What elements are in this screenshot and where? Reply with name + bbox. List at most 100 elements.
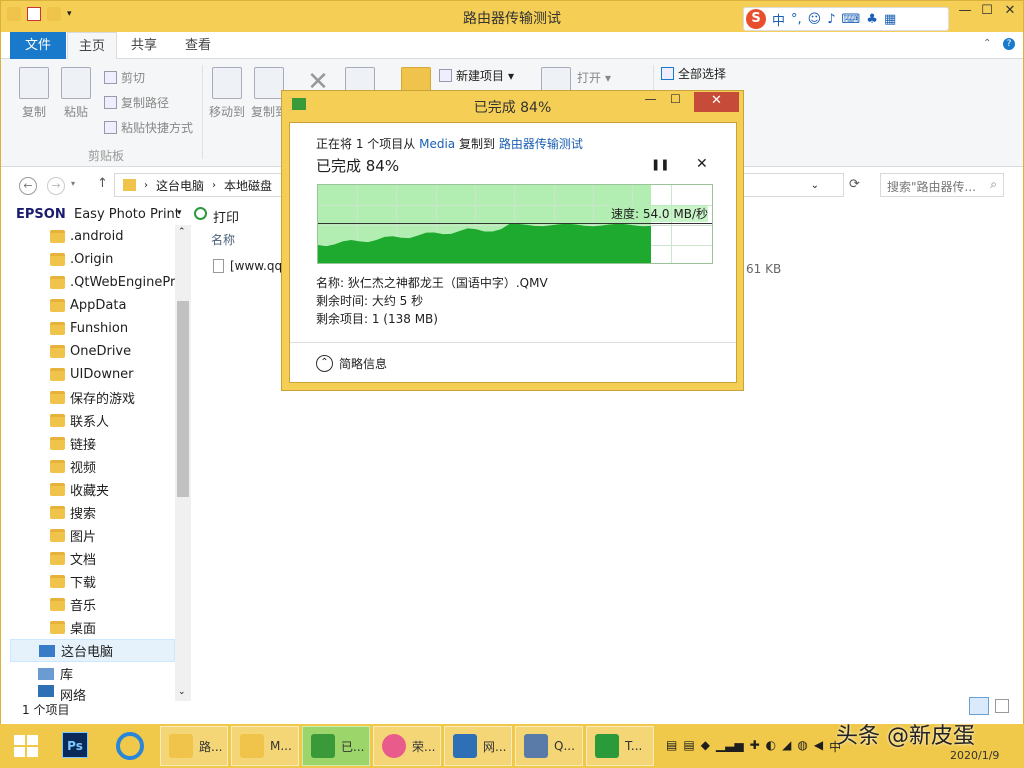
sidebar-item[interactable]: 收藏夹 xyxy=(50,478,109,501)
forward-button[interactable]: → xyxy=(47,177,65,195)
mic-icon[interactable]: ♪ xyxy=(827,12,835,27)
sidebar-item[interactable]: 下载 xyxy=(50,570,96,593)
maximize-button[interactable]: ☐ xyxy=(976,1,998,23)
taskbar-item-q[interactable]: Q... xyxy=(515,726,583,766)
chevron-down-icon[interactable]: ⌄ xyxy=(811,180,819,191)
print-button[interactable]: 打印 xyxy=(213,207,239,226)
toolbox-icon[interactable]: ▦ xyxy=(884,12,896,27)
details-view-icon[interactable] xyxy=(969,697,989,715)
tray-app-icon[interactable]: ◍ xyxy=(797,738,807,755)
dialog-minimize-button[interactable]: — xyxy=(638,92,663,112)
refresh-icon[interactable]: ⟳ xyxy=(849,177,860,192)
easy-photo-print-menu[interactable]: Easy Photo Print xyxy=(74,207,180,222)
recent-dropdown-icon[interactable]: ▾ xyxy=(71,179,75,188)
chevron-down-icon[interactable]: ▾ xyxy=(177,208,182,218)
move-to-icon xyxy=(212,67,242,99)
close-button[interactable]: ✕ xyxy=(998,1,1022,23)
sidebar-item[interactable]: OneDrive xyxy=(50,340,131,363)
move-to-button[interactable]: 移动到 xyxy=(209,67,245,120)
taskbar-item-copy[interactable]: 已... xyxy=(302,726,370,766)
taskbar-item-media[interactable]: M... xyxy=(231,726,299,766)
copy-path-button[interactable]: 复制路径 xyxy=(104,94,169,111)
column-header-name[interactable]: 名称 xyxy=(211,231,235,248)
sidebar-item[interactable]: 联系人 xyxy=(50,409,109,432)
security-icon[interactable]: ✚ xyxy=(750,738,760,755)
scroll-down-icon[interactable]: ⌄ xyxy=(178,687,186,697)
folder-icon xyxy=(240,734,264,758)
keyboard-icon[interactable]: ⌨ xyxy=(842,12,861,27)
scroll-up-icon[interactable]: ⌃ xyxy=(178,227,186,237)
new-item-button[interactable]: 新建项目 ▾ xyxy=(439,67,514,84)
cut-button[interactable]: 剪切 xyxy=(104,69,145,86)
file-row[interactable]: [www.qq xyxy=(213,259,282,273)
search-input[interactable]: 搜索"路由器传... ⌕ xyxy=(880,173,1004,197)
tray-app-icon[interactable]: ◆ xyxy=(701,738,710,755)
skin-icon[interactable]: ♣ xyxy=(866,12,878,27)
scrollbar-thumb[interactable] xyxy=(177,301,189,497)
paste-shortcut-button[interactable]: 粘贴快捷方式 xyxy=(104,119,193,136)
start-button[interactable] xyxy=(14,735,38,757)
sidebar-item[interactable]: 音乐 xyxy=(50,593,96,616)
clock-date[interactable]: 2020/1/9 xyxy=(950,749,999,762)
volume-icon[interactable]: ◀ xyxy=(814,738,823,755)
favorites-icon xyxy=(50,483,65,496)
sidebar-item[interactable]: 文档 xyxy=(50,547,96,570)
collapse-ribbon-icon[interactable]: ⌃ xyxy=(983,38,991,49)
signal-icon[interactable]: ▁▃▅ xyxy=(716,738,744,755)
sidebar-item[interactable]: 保存的游戏 xyxy=(50,386,135,409)
wifi-icon[interactable]: ◢ xyxy=(782,738,791,755)
tray-app-icon[interactable]: ▤ xyxy=(683,738,694,755)
tab-file[interactable]: 文件 xyxy=(10,32,66,59)
ime-mode-label[interactable]: 中 xyxy=(772,10,785,29)
destination-link[interactable]: 路由器传输测试 xyxy=(499,137,583,151)
emoji-icon[interactable]: ☺ xyxy=(808,12,822,27)
help-icon[interactable]: ? xyxy=(1003,38,1015,50)
sidebar-item[interactable]: 搜索 xyxy=(50,501,96,524)
copy-icon xyxy=(19,67,49,99)
sidebar-item[interactable]: .QtWebEngineProc xyxy=(50,271,175,294)
tab-view[interactable]: 查看 xyxy=(185,32,211,59)
sidebar-item[interactable]: 视频 xyxy=(50,455,96,478)
sidebar-item-network[interactable]: 网络 xyxy=(38,685,86,701)
copy-button[interactable]: 复制 xyxy=(19,67,49,120)
sidebar-item[interactable]: 桌面 xyxy=(50,616,96,639)
sogou-logo-icon[interactable]: S xyxy=(746,9,766,29)
dialog-close-button[interactable]: ✕ xyxy=(694,92,739,112)
ime-punct-label[interactable]: °, xyxy=(791,12,802,27)
taskbar-item-honor[interactable]: 荣... xyxy=(373,726,441,766)
select-all-button[interactable]: 全部选择 xyxy=(661,65,726,82)
watermark: 头条 @新皮蛋 xyxy=(836,724,975,749)
back-button[interactable]: ← xyxy=(19,177,37,195)
browser-icon[interactable] xyxy=(116,732,144,760)
dialog-maximize-button[interactable]: ☐ xyxy=(663,92,688,112)
pause-button[interactable]: ❚❚ xyxy=(651,158,669,171)
paste-button[interactable]: 粘贴 xyxy=(61,67,91,120)
sidebar-item[interactable]: 图片 xyxy=(50,524,96,547)
breadcrumb-this-pc[interactable]: 这台电脑 xyxy=(156,177,204,194)
sidebar-item[interactable]: AppData xyxy=(50,294,126,317)
sidebar-item-library[interactable]: 库 xyxy=(38,662,73,685)
open-button[interactable]: 打开 ▾ xyxy=(577,69,611,86)
tray-app-icon[interactable]: ▤ xyxy=(666,738,677,755)
tray-app-icon[interactable]: ◐ xyxy=(766,738,776,755)
sidebar-item-this-pc[interactable]: 这台电脑 xyxy=(10,639,175,662)
large-icons-view-icon[interactable] xyxy=(995,699,1009,713)
sidebar-item[interactable]: .Origin xyxy=(50,248,113,271)
taskbar-item-t[interactable]: T... xyxy=(586,726,654,766)
sidebar-item[interactable]: Funshion xyxy=(50,317,128,340)
tab-share[interactable]: 共享 xyxy=(131,32,157,59)
taskbar-item-network[interactable]: 网... xyxy=(444,726,512,766)
sidebar-item[interactable]: UIDowner xyxy=(50,363,134,386)
up-arrow-icon[interactable]: ↑ xyxy=(97,176,108,191)
sidebar-item[interactable]: .android xyxy=(50,225,123,248)
photoshop-icon[interactable]: Ps xyxy=(62,732,88,758)
tab-home[interactable]: 主页 xyxy=(67,32,117,60)
fewer-details-button[interactable]: ⌃ 简略信息 xyxy=(316,355,387,372)
taskbar-item-explorer[interactable]: 路... xyxy=(160,726,228,766)
minimize-button[interactable]: — xyxy=(954,1,976,23)
cancel-copy-button[interactable]: ✕ xyxy=(696,156,708,172)
ime-toolbar[interactable]: S 中 °, ☺ ♪ ⌨ ♣ ▦ xyxy=(743,7,949,31)
breadcrumb-local-disk[interactable]: 本地磁盘 xyxy=(224,177,272,194)
source-link[interactable]: Media xyxy=(419,137,455,151)
sidebar-item[interactable]: 链接 xyxy=(50,432,96,455)
